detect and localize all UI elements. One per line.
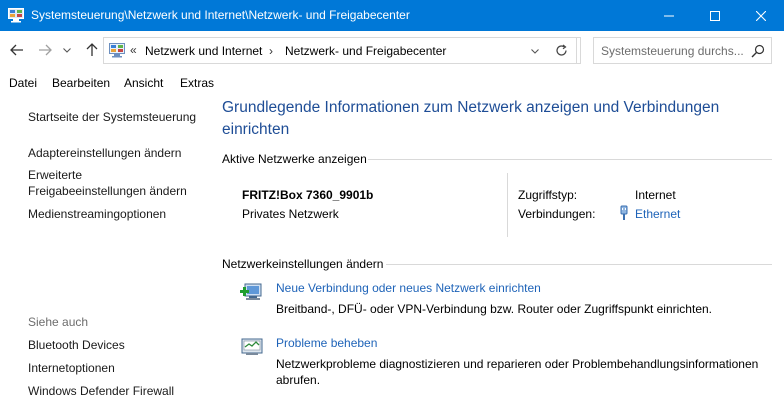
menu-datei[interactable]: Datei: [9, 76, 37, 90]
search-icon[interactable]: [751, 44, 765, 58]
refresh-button[interactable]: [547, 37, 577, 64]
breadcrumb-network-center[interactable]: Netzwerk- und Freigabecenter: [285, 44, 446, 58]
recent-locations-button[interactable]: [60, 40, 74, 60]
sidebar-link-advanced-sharing[interactable]: Erweiterte Freigabeeinstellungen ändern: [28, 167, 187, 199]
menu-extras[interactable]: Extras: [180, 76, 214, 90]
maximize-button[interactable]: [692, 0, 738, 31]
divider: [386, 264, 772, 265]
troubleshoot-icon[interactable]: [240, 336, 264, 358]
change-settings-label: Netzwerkeinstellungen ändern: [222, 257, 384, 271]
new-connection-icon[interactable]: [240, 281, 264, 303]
breadcrumb-separator[interactable]: ›: [269, 44, 273, 58]
close-button[interactable]: [738, 0, 784, 31]
menu-bar: Datei Bearbeiten Ansicht Extras: [0, 71, 784, 95]
sidebar-link-advanced-sharing-line1: Erweiterte: [28, 168, 83, 182]
sidebar: Startseite der Systemsteuerung Adapterei…: [0, 95, 210, 413]
divider: [507, 173, 508, 237]
chevron-down-icon[interactable]: [528, 44, 542, 58]
see-also-heading: Siehe auch: [28, 315, 89, 329]
sidebar-link-internet-options[interactable]: Internetoptionen: [28, 360, 115, 376]
search-input[interactable]: Systemsteuerung durchs...: [593, 37, 772, 64]
ethernet-icon[interactable]: [618, 205, 630, 221]
network-center-icon: [109, 43, 125, 58]
network-name: FRITZ!Box 7360_9901b: [242, 188, 374, 202]
up-button[interactable]: [82, 40, 102, 60]
access-type-label: Zugriffstyp:: [518, 188, 578, 202]
back-button[interactable]: [7, 40, 27, 60]
sidebar-link-advanced-sharing-line2: Freigabeeinstellungen ändern: [28, 184, 187, 198]
forward-button[interactable]: [35, 40, 55, 60]
control-panel-icon: [8, 8, 24, 23]
menu-bearbeiten[interactable]: Bearbeiten: [52, 76, 110, 90]
breadcrumb-network-internet[interactable]: Netzwerk und Internet: [145, 44, 262, 58]
breadcrumb-overflow[interactable]: «: [130, 43, 137, 57]
menu-ansicht[interactable]: Ansicht: [124, 76, 163, 90]
new-connection-link[interactable]: Neue Verbindung oder neues Netzwerk einr…: [276, 281, 541, 295]
page-title: Grundlegende Informationen zum Netzwerk …: [222, 99, 720, 138]
sidebar-link-adapter-settings[interactable]: Adaptereinstellungen ändern: [28, 145, 181, 161]
sidebar-link-bluetooth[interactable]: Bluetooth Devices: [28, 337, 125, 353]
address-row: « Netzwerk und Internet › Netzwerk- und …: [0, 31, 784, 71]
network-type: Privates Netzwerk: [242, 207, 339, 221]
new-connection-description: Breitband-, DFÜ- oder VPN-Verbindung bzw…: [276, 302, 712, 316]
sidebar-link-media-streaming[interactable]: Medienstreamingoptionen: [28, 206, 166, 222]
main-content: Grundlegende Informationen zum Netzwerk …: [210, 95, 784, 413]
sidebar-link-home[interactable]: Startseite der Systemsteuerung: [28, 109, 196, 125]
access-type-value: Internet: [635, 188, 676, 202]
connections-label: Verbindungen:: [518, 207, 596, 221]
window-title: Systemsteuerung\Netzwerk und Internet\Ne…: [31, 8, 410, 22]
troubleshoot-link[interactable]: Probleme beheben: [276, 336, 377, 350]
divider: [368, 159, 772, 160]
minimize-button[interactable]: [646, 0, 692, 31]
troubleshoot-description: Netzwerkprobleme diagnostizieren und rep…: [276, 357, 759, 387]
sidebar-link-firewall[interactable]: Windows Defender Firewall: [28, 383, 174, 399]
active-networks-label: Aktive Netzwerke anzeigen: [222, 152, 367, 166]
title-bar[interactable]: Systemsteuerung\Netzwerk und Internet\Ne…: [0, 0, 784, 31]
ethernet-link[interactable]: Ethernet: [635, 207, 680, 221]
search-placeholder: Systemsteuerung durchs...: [601, 44, 744, 58]
address-bar[interactable]: « Netzwerk und Internet › Netzwerk- und …: [103, 37, 581, 64]
